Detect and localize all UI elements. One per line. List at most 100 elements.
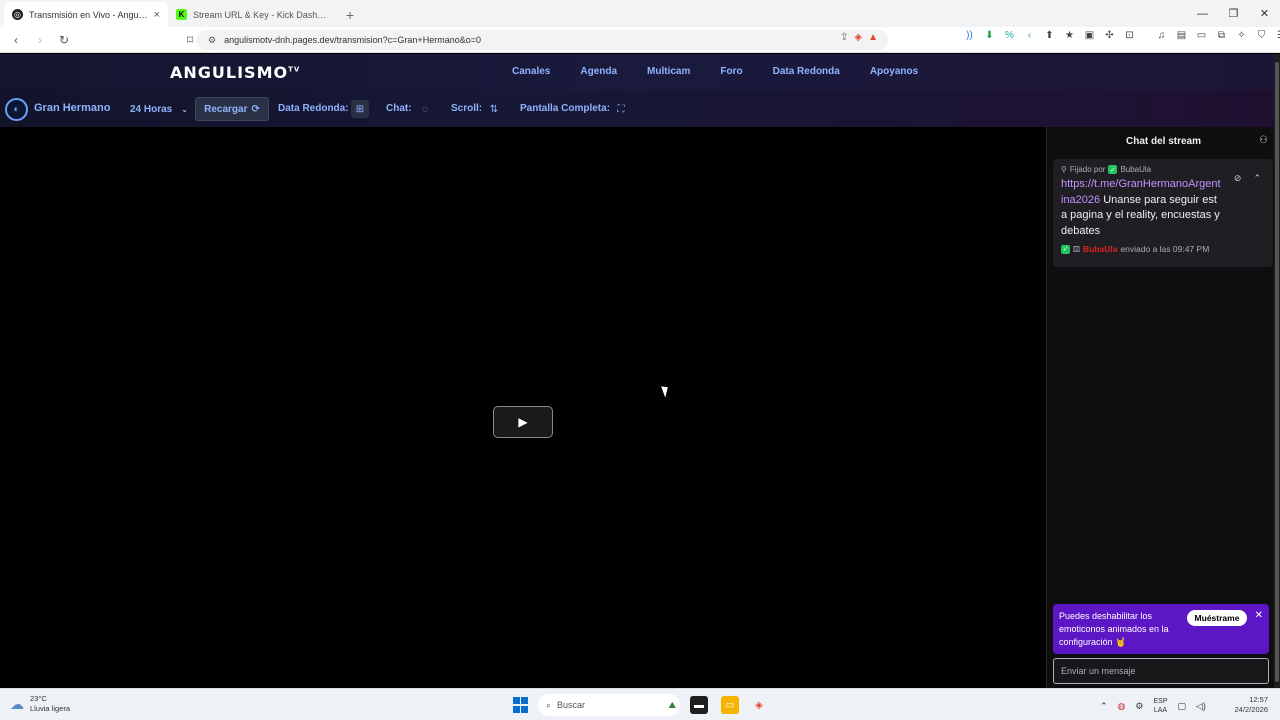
network-icon[interactable]: ▢	[1178, 701, 1187, 712]
file-explorer-icon[interactable]: ▭	[721, 696, 739, 714]
brave-shields-icon[interactable]: ◈	[854, 32, 862, 43]
video-player[interactable]: ▶	[0, 127, 1046, 688]
nav-agenda[interactable]: Agenda	[580, 66, 617, 77]
wallet-icon[interactable]: ▭	[1196, 30, 1207, 41]
site-info-icon[interactable]: ⚙	[208, 35, 216, 46]
page-scrollbar[interactable]	[1274, 54, 1280, 688]
extension-icon[interactable]: ⬆	[1044, 30, 1055, 41]
vpn-icon[interactable]: ⛉	[1256, 30, 1267, 41]
chevron-up-icon[interactable]: ⌃	[1100, 701, 1108, 712]
pin-icon: ⚲	[1061, 165, 1067, 174]
terminal-app-icon[interactable]: ▬	[690, 696, 708, 714]
new-tab-icon[interactable]: +	[338, 2, 362, 27]
extension-icon[interactable]: ▣	[1084, 30, 1095, 41]
nav-canales[interactable]: Canales	[512, 66, 550, 77]
logo-text: ANGULISMO	[170, 63, 289, 82]
brave-browser-icon[interactable]: ◈	[750, 696, 768, 714]
fullscreen-icon[interactable]: ⛶	[612, 100, 630, 118]
emote-notice: Puedes deshabilitar los emoticonos anima…	[1053, 604, 1269, 654]
channel-name: Gran Hermano	[34, 102, 111, 114]
puzzle-icon[interactable]: ✣	[1104, 30, 1115, 41]
scroll-label: Scroll:	[451, 103, 483, 114]
lang-line-1: ESP	[1153, 698, 1168, 705]
chevron-up-icon[interactable]: ⌃	[1253, 173, 1261, 184]
search-icon: ⌕	[546, 699, 552, 710]
music-icon[interactable]: ♫	[1156, 30, 1167, 41]
chat-header: Chat del stream ⚇	[1047, 127, 1280, 155]
play-button[interactable]: ▶	[493, 406, 553, 438]
extension-icon[interactable]: ⧉	[1216, 30, 1227, 41]
url-text: angulismotv-dnh.pages.dev/transmision?c=…	[224, 35, 481, 45]
star-icon[interactable]: ★	[1064, 30, 1075, 41]
logo-suffix: TV	[288, 65, 301, 74]
taskbar-clock[interactable]: 12:57 24/2/2026	[1235, 695, 1268, 715]
back-icon[interactable]: ‹	[6, 30, 26, 50]
channel-avatar: ◐	[5, 98, 28, 121]
pinned-message-body: https://t.me/GranHermanoArgentina2026 Un…	[1061, 177, 1221, 239]
nav-apoyanos[interactable]: Apoyanos	[870, 66, 918, 77]
share-icon[interactable]: ⇪	[840, 32, 848, 43]
kick-favicon-icon: K	[176, 9, 187, 20]
taskbar-search[interactable]: ⌕ Buscar ⛰	[538, 694, 680, 716]
grid-icon[interactable]: ⊞	[351, 100, 369, 118]
fullscreen-label: Pantalla Completa:	[520, 103, 611, 114]
pinned-meta: ✓ ⚄ BubaUla enviado a las 09:47 PM	[1061, 244, 1265, 254]
tray-app-icon[interactable]: ◍	[1118, 701, 1126, 712]
language-indicator[interactable]: ESP LAA	[1153, 697, 1167, 715]
address-row: ‹ › ↻ ⌑ ⚙ angulismotv-dnh.pages.dev/tran…	[0, 27, 1280, 53]
data-redonda-label: Data Redonda:	[278, 103, 349, 114]
close-window-icon[interactable]: ✕	[1249, 0, 1280, 27]
weather-desc: Lluvia ligera	[30, 704, 71, 713]
scrollbar-thumb[interactable]	[1275, 62, 1279, 682]
weather-temp: 23°C	[30, 694, 47, 703]
nav-foro[interactable]: Foro	[720, 66, 742, 77]
browser-tab-kick[interactable]: K Stream URL & Key - Kick Dashboard	[168, 2, 338, 27]
download-extension-icon[interactable]: ⬇	[984, 30, 995, 41]
extension-icon[interactable]: %	[1004, 30, 1015, 41]
notice-text: Puedes deshabilitar los emoticonos anima…	[1059, 611, 1169, 647]
hours-select[interactable]: 24 Horas ⌄	[122, 99, 192, 119]
tab-title: Stream URL & Key - Kick Dashboard	[193, 9, 330, 20]
extensions-area: )) ⬇ % ‹ ⬆ ★ ▣ ✣ ⊡ ♫ ▤ ▭ ⧉ ✧ ⛉ ☰	[964, 30, 1280, 41]
extension-icon[interactable]: ⊡	[1124, 30, 1135, 41]
site-logo[interactable]: ANGULISMOTV	[170, 63, 300, 82]
nav-multicam[interactable]: Multicam	[647, 66, 690, 77]
site-header: ANGULISMOTV Canales Agenda Multicam Foro…	[0, 54, 1280, 90]
reload-icon[interactable]: ↻	[54, 30, 74, 50]
pinned-user: BubaUla	[1120, 165, 1152, 174]
chat-label: Chat:	[386, 103, 412, 114]
pinned-meta-user[interactable]: BubaUla	[1083, 244, 1117, 254]
chat-message-input[interactable]: Enviar un mensaje	[1053, 658, 1269, 684]
extension-icon[interactable]: ‹	[1024, 30, 1035, 41]
windows-taskbar: ☁ 23°C Lluvia ligera ⌕ Buscar ⛰ ▬ ▭ ◈ ⌃ …	[0, 688, 1280, 720]
menu-icon[interactable]: ☰	[1276, 30, 1280, 41]
volume-icon[interactable]: ◁)	[1196, 701, 1206, 712]
system-tray: ⌃ ◍ ⚙ ESP LAA ▢ ◁)	[1100, 697, 1206, 715]
close-icon[interactable]: ✕	[1255, 610, 1263, 621]
weather-widget[interactable]: ☁ 23°C Lluvia ligera	[10, 694, 70, 714]
maximize-icon[interactable]: ❐	[1218, 0, 1249, 27]
hide-icon[interactable]: ⊘	[1234, 173, 1242, 184]
windows-start-icon[interactable]	[513, 697, 529, 713]
lang-line-2: LAA	[1153, 707, 1168, 714]
chat-bubble-icon[interactable]: ◌	[416, 100, 434, 118]
reload-label: Recargar	[204, 103, 248, 115]
nav-data-redonda[interactable]: Data Redonda	[773, 66, 840, 77]
forward-icon[interactable]: ›	[30, 30, 50, 50]
leo-icon[interactable]: ✧	[1236, 30, 1247, 41]
chat-panel: Chat del stream ⚇ ⚲ Fijado por ✓ BubaUla…	[1046, 127, 1280, 688]
address-bar[interactable]: ⚙ angulismotv-dnh.pages.dev/transmision?…	[196, 30, 888, 50]
show-me-button[interactable]: Muéstrame	[1187, 610, 1247, 626]
extension-icon[interactable]: ))	[964, 30, 975, 41]
pinned-meta-text: enviado a las 09:47 PM	[1120, 244, 1210, 254]
brave-rewards-icon[interactable]: ▲	[868, 32, 878, 43]
reload-button[interactable]: Recargar ⟳	[195, 97, 269, 121]
users-icon[interactable]: ⚇	[1259, 135, 1268, 146]
usb-icon[interactable]: ⚙	[1135, 701, 1143, 712]
sidebar-icon[interactable]: ▤	[1176, 30, 1187, 41]
browser-tab-active[interactable]: ◎ Transmisión en Vivo - Angulismo ×	[4, 2, 168, 27]
minimize-icon[interactable]: —	[1187, 0, 1218, 27]
search-highlight-icon: ⛰	[668, 699, 676, 710]
tab-close-icon[interactable]: ×	[154, 9, 160, 21]
scroll-icon[interactable]: ⇅	[485, 100, 503, 118]
